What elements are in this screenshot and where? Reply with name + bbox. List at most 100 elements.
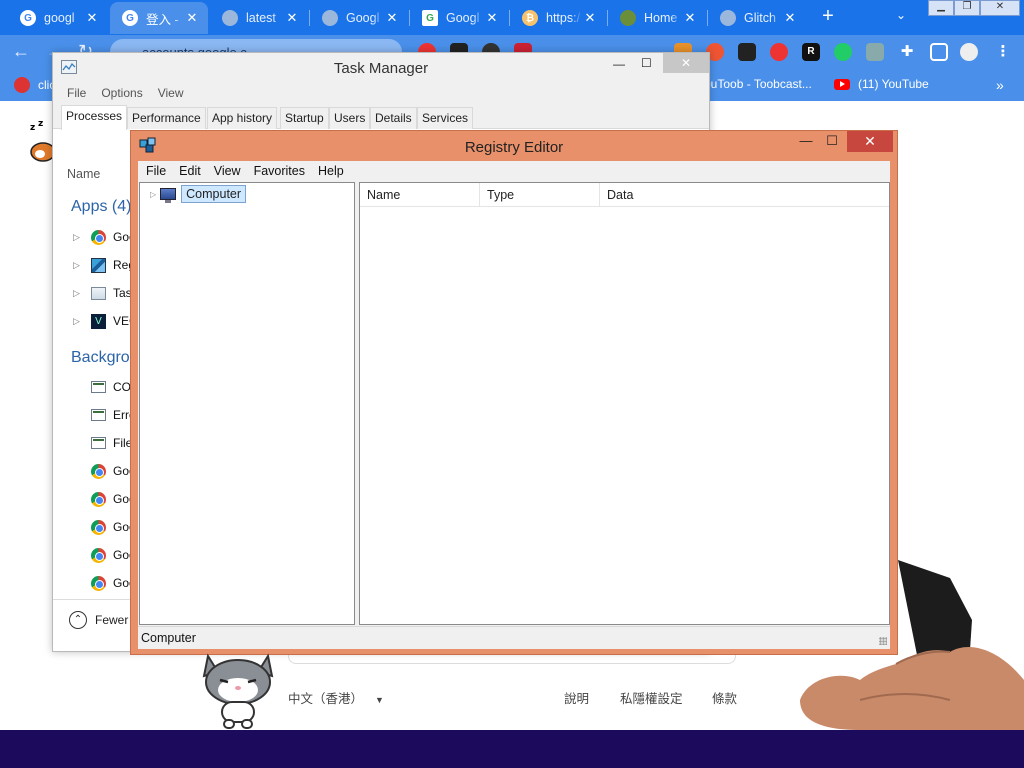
column-header-data[interactable]: Data <box>600 183 720 207</box>
bookmark-item-youtube[interactable]: (11) YouTube <box>834 77 929 91</box>
hand-with-pistol-image <box>800 560 1024 730</box>
tab-title: Googl <box>446 11 480 25</box>
fewer-details-button[interactable]: ⌃ Fewer d <box>69 611 138 629</box>
computer-icon <box>160 188 177 203</box>
tree-node-computer[interactable]: ▷ Computer <box>150 185 247 203</box>
extension-roblox-icon[interactable] <box>866 43 884 61</box>
dropdown-arrow-icon: ▼ <box>375 695 384 705</box>
close-tab-icon[interactable]: ✕ <box>782 10 798 26</box>
tab-startup[interactable]: Startup <box>280 107 329 129</box>
youtube-icon <box>834 78 850 90</box>
maximize-icon[interactable]: ☐ <box>641 56 652 70</box>
browser-tab[interactable]: Glitch ✕ <box>708 2 806 34</box>
registry-editor-titlebar[interactable]: Registry Editor — ☐ ✕ <box>131 131 897 161</box>
close-tab-icon[interactable]: ✕ <box>582 10 598 26</box>
window-icon <box>91 437 106 449</box>
extension-r-icon[interactable]: R <box>802 43 820 61</box>
tab-search-icon[interactable]: ⌄ <box>896 8 906 22</box>
expand-arrow-icon[interactable]: ▷ <box>73 288 85 299</box>
extension-invader-icon[interactable] <box>738 43 756 61</box>
process-row[interactable]: ▷ Goo <box>73 227 136 247</box>
close-tab-icon[interactable]: ✕ <box>682 10 698 26</box>
task-manager-titlebar[interactable]: Task Manager — ☐ ✕ <box>53 53 709 83</box>
side-panel-icon[interactable] <box>930 43 948 61</box>
puzzle-icon[interactable]: ✚ <box>898 43 916 61</box>
close-icon[interactable]: ✕ <box>663 53 709 73</box>
process-row[interactable]: Goo <box>73 573 136 593</box>
expand-arrow-icon[interactable]: ▷ <box>150 190 156 199</box>
browser-tab[interactable]: ₿ https:/ ✕ <box>510 2 606 34</box>
profile-avatar-icon[interactable] <box>960 43 978 61</box>
close-tab-icon[interactable]: ✕ <box>484 10 500 26</box>
kebab-menu-icon[interactable]: ⋮ <box>994 43 1012 61</box>
extension-green-icon[interactable] <box>834 43 852 61</box>
tab-details[interactable]: Details <box>370 107 417 129</box>
maximize-icon[interactable]: ☐ <box>819 133 845 151</box>
tab-title: https:/ <box>546 11 581 25</box>
expand-arrow-icon[interactable]: ▷ <box>73 260 85 271</box>
tab-title: 登入 - <box>146 12 179 27</box>
terms-link[interactable]: 條款 <box>712 688 737 707</box>
tab-app-history[interactable]: App history <box>207 107 278 129</box>
process-row[interactable]: Erro <box>73 405 136 425</box>
minimize-icon[interactable]: — <box>613 57 625 71</box>
process-row[interactable]: File <box>73 433 132 453</box>
tab-performance[interactable]: Performance <box>127 107 206 129</box>
close-tab-icon[interactable]: ✕ <box>384 10 400 26</box>
process-row[interactable]: ▷ Reg <box>73 255 135 275</box>
expand-arrow-icon[interactable]: ▷ <box>73 232 85 243</box>
browser-tab[interactable]: latest ✕ <box>210 2 308 34</box>
menu-edit[interactable]: Edit <box>179 161 201 181</box>
extension-tomato-icon[interactable] <box>770 43 788 61</box>
expand-arrow-icon[interactable]: ▷ <box>73 316 85 327</box>
tab-users[interactable]: Users <box>329 107 371 129</box>
help-link[interactable]: 說明 <box>564 688 589 707</box>
more-bookmarks-icon[interactable]: » <box>996 77 1004 93</box>
minimize-icon[interactable]: — <box>793 133 819 151</box>
chrome-icon <box>91 519 106 535</box>
close-tab-icon[interactable]: ✕ <box>84 10 100 26</box>
registry-values-pane[interactable]: Name Type Data <box>359 182 890 625</box>
menu-file[interactable]: File <box>67 83 86 105</box>
menu-file[interactable]: File <box>146 161 166 181</box>
registry-tree-pane[interactable]: ▷ Computer <box>139 182 355 625</box>
chrome-icon <box>91 463 106 479</box>
window-icon <box>91 409 106 421</box>
process-row[interactable]: Goo <box>73 461 136 481</box>
menu-help[interactable]: Help <box>318 161 344 181</box>
menu-favorites[interactable]: Favorites <box>254 161 305 181</box>
browser-tab[interactable]: Googl ✕ <box>310 2 408 34</box>
minimize-window-icon[interactable]: ▁ <box>928 0 954 16</box>
registry-editor-body: File Edit View Favorites Help ▷ Computer… <box>138 161 890 649</box>
process-row[interactable]: ▷ V VEG <box>73 311 138 331</box>
process-row[interactable]: Goo <box>73 489 136 509</box>
browser-tab[interactable]: G googl ✕ <box>8 2 108 34</box>
close-tab-icon[interactable]: ✕ <box>184 10 200 26</box>
column-header-type[interactable]: Type <box>480 183 600 207</box>
process-row[interactable]: Goo <box>73 545 136 565</box>
close-icon[interactable]: ✕ <box>847 131 893 152</box>
privacy-link[interactable]: 私隱權設定 <box>620 688 683 707</box>
process-row[interactable]: COI <box>73 377 134 397</box>
column-header-name[interactable]: Name <box>67 167 100 181</box>
bookmark-item[interactable]: ouToob - Toobcast... <box>704 77 812 91</box>
menu-view[interactable]: View <box>158 83 184 105</box>
menu-view[interactable]: View <box>214 161 241 181</box>
browser-tab[interactable]: Home ✕ <box>608 2 706 34</box>
tab-services[interactable]: Services <box>417 107 474 129</box>
tab-processes[interactable]: Processes <box>61 105 128 130</box>
menu-options[interactable]: Options <box>101 83 142 105</box>
bookmark-item[interactable]: clic <box>14 77 55 93</box>
browser-tab[interactable]: G Googl ✕ <box>410 2 508 34</box>
new-tab-button[interactable]: + <box>818 6 838 28</box>
registry-icon <box>91 257 106 273</box>
restore-window-icon[interactable]: ❐ <box>954 0 980 16</box>
process-row[interactable]: Goo <box>73 517 136 537</box>
close-tab-icon[interactable]: ✕ <box>284 10 300 26</box>
close-window-icon[interactable]: ✕ <box>980 0 1020 16</box>
column-header-name[interactable]: Name <box>360 183 480 207</box>
back-arrow-icon[interactable]: ← <box>12 41 30 62</box>
process-row[interactable]: ▷ Tas <box>73 283 132 303</box>
language-selector[interactable]: 中文（香港） ▼ <box>288 688 384 707</box>
browser-tab-active[interactable]: G 登入 - ✕ <box>110 2 208 34</box>
